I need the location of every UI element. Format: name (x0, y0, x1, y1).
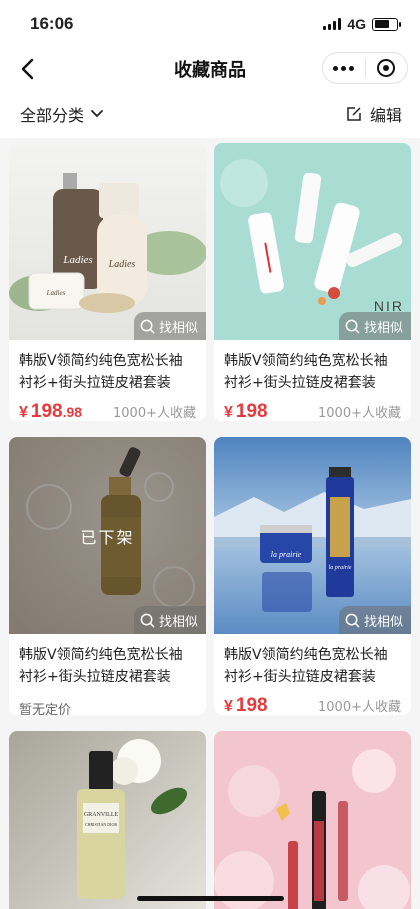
product-image: NIR 找相似 (214, 143, 411, 340)
battery-icon (372, 17, 401, 31)
chevron-left-icon (21, 58, 34, 80)
chevron-down-icon (91, 110, 103, 117)
product-image-brand: la prairie (329, 565, 352, 571)
product-image-brand: Ladies (62, 254, 92, 266)
search-icon (345, 613, 360, 627)
status-indicators: 4G (323, 16, 401, 32)
search-icon (140, 319, 155, 333)
category-filter[interactable]: 全部分类 (20, 102, 104, 126)
find-similar-button[interactable]: 找相似 (338, 312, 411, 340)
miniprogram-capsule (322, 52, 408, 84)
find-similar-label: 找相似 (363, 614, 403, 630)
back-button[interactable] (14, 56, 40, 82)
product-title: 韩版V领简约纯色宽松长袖衬衫+街头拉链皮裙套装 (19, 353, 183, 391)
product-image: GRANVILLE CHRISTIAN DIOR (9, 731, 206, 909)
product-image: la prairie la prairie 找相似 (214, 437, 411, 634)
target-icon (377, 59, 396, 77)
search-icon (345, 319, 360, 333)
product-image-text: GRANVILLE (84, 812, 119, 818)
edit-icon (347, 107, 361, 121)
product-image-brand: la prairie (271, 550, 302, 559)
find-similar-button[interactable]: 找相似 (133, 312, 206, 340)
product-card[interactable]: Ladies Ladies Ladies 找相似 韩版V领简约纯色宽松长袖衬衫+… (9, 143, 206, 421)
filter-bar: 全部分类 编辑 (0, 90, 420, 138)
home-indicator (137, 896, 284, 901)
nav-bar: 收藏商品 (0, 48, 420, 90)
signal-icon (323, 18, 342, 30)
find-similar-label: 找相似 (158, 320, 198, 336)
product-image-brand: Ladies (46, 289, 66, 297)
no-price-label: 暂无定价 (19, 703, 72, 715)
product-image: Ladies Ladies Ladies 找相似 (9, 143, 206, 340)
find-similar-label: 找相似 (363, 320, 403, 336)
product-card[interactable]: la prairie la prairie 找相似 韩版V领简约纯色宽松长袖衬衫… (214, 437, 411, 715)
product-image-text: CHRISTIAN DIOR (85, 822, 117, 827)
product-price: ¥198 (224, 695, 268, 715)
find-similar-button[interactable]: 找相似 (133, 606, 206, 634)
network-type: 4G (347, 16, 366, 32)
status-time: 16:06 (30, 14, 74, 33)
more-icon (333, 65, 355, 71)
product-card[interactable] (214, 731, 411, 909)
category-filter-label: 全部分类 (20, 106, 85, 125)
product-grid: Ladies Ladies Ladies 找相似 韩版V领简约纯色宽松长袖衬衫+… (0, 143, 420, 909)
product-title: 韩版V领简约纯色宽松长袖衬衫+街头拉链皮裙套装 (19, 647, 183, 685)
product-price: ¥198.98 (19, 401, 83, 421)
close-miniprogram-button[interactable] (366, 53, 408, 83)
removed-overlay: 已下架 (9, 437, 206, 634)
edit-button[interactable]: 编辑 (346, 102, 402, 126)
search-icon (140, 613, 155, 627)
edit-label: 编辑 (369, 106, 402, 125)
product-price: ¥198 (224, 401, 268, 421)
product-image-brand: Ladies (108, 259, 136, 270)
favorite-count: 1000+人收藏 (318, 406, 401, 421)
product-title: 韩版V领简约纯色宽松长袖衬衫+街头拉链皮裙套装 (224, 353, 388, 391)
find-similar-button[interactable]: 找相似 (338, 606, 411, 634)
product-card[interactable]: 已下架 找相似 韩版V领简约纯色宽松长袖衬衫+街头拉链皮裙套装 暂无定价 (9, 437, 206, 715)
product-card[interactable]: NIR 找相似 韩版V领简约纯色宽松长袖衬衫+街头拉链皮裙套装 ¥198 100… (214, 143, 411, 421)
status-bar: 16:06 4G (0, 0, 420, 48)
favorite-count: 1000+人收藏 (318, 700, 401, 715)
find-similar-label: 找相似 (158, 614, 198, 630)
product-image (214, 731, 411, 909)
more-button[interactable] (323, 53, 365, 83)
product-image: 已下架 找相似 (9, 437, 206, 634)
product-title: 韩版V领简约纯色宽松长袖衬衫+街头拉链皮裙套装 (224, 647, 388, 685)
favorite-count: 1000+人收藏 (113, 406, 196, 421)
page-title: 收藏商品 (174, 60, 246, 81)
product-card[interactable]: GRANVILLE CHRISTIAN DIOR (9, 731, 206, 909)
